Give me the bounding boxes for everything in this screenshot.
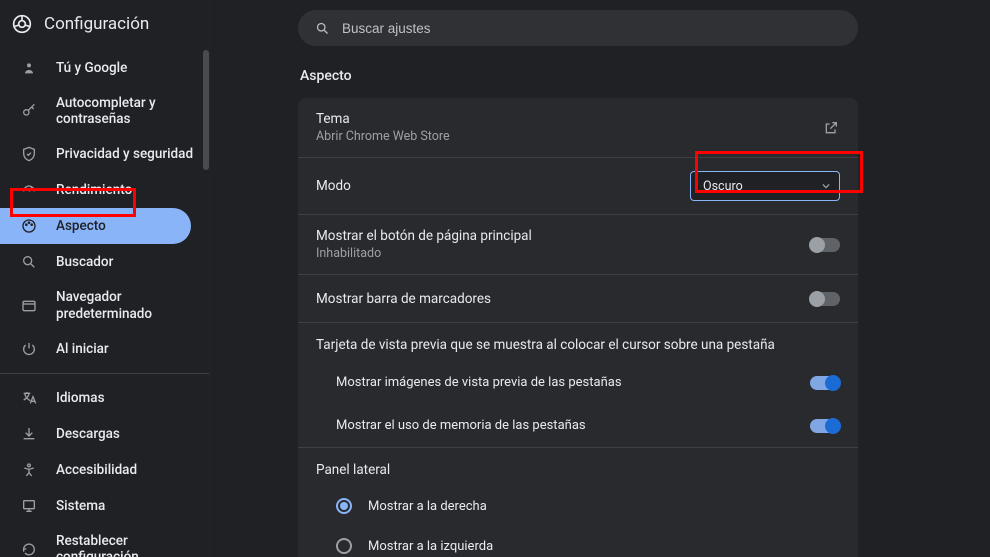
sidebar-item-label: Descargas bbox=[56, 426, 120, 442]
palette-icon bbox=[20, 217, 38, 235]
sidebar-item-you-and-google[interactable]: Tú y Google bbox=[0, 50, 209, 86]
sidebar-item-privacy[interactable]: Privacidad y seguridad bbox=[0, 136, 209, 172]
system-icon bbox=[20, 497, 38, 515]
sidebar: Configuración Tú y Google Autocompletar … bbox=[0, 0, 210, 557]
home-button-toggle[interactable] bbox=[810, 238, 840, 252]
sidebar-item-label: Autocompletar y contraseñas bbox=[56, 95, 197, 127]
search-icon bbox=[314, 20, 330, 36]
sidebar-item-downloads[interactable]: Descargas bbox=[0, 416, 209, 452]
browser-icon bbox=[20, 297, 38, 315]
sidebar-item-label: Navegador predeterminado bbox=[56, 289, 197, 321]
row-subtitle: Abrir Chrome Web Store bbox=[316, 129, 822, 144]
dropdown-value: Oscuro bbox=[703, 179, 743, 194]
preview-images-toggle[interactable] bbox=[810, 376, 840, 390]
sidebar-item-label: Restablecer configuración bbox=[56, 533, 197, 557]
sidebar-item-label: Aspecto bbox=[56, 218, 106, 234]
sidebar-item-performance[interactable]: Rendimiento bbox=[0, 172, 209, 208]
tab-preview-header: Tarjeta de vista previa que se muestra a… bbox=[298, 323, 858, 361]
memory-usage-row: Mostrar el uso de memoria de las pestaña… bbox=[336, 404, 840, 447]
key-icon bbox=[20, 102, 38, 120]
radio-label: Mostrar a la izquierda bbox=[368, 539, 493, 554]
row-title: Mostrar el uso de memoria de las pestaña… bbox=[336, 418, 586, 433]
radio-icon bbox=[336, 538, 352, 554]
section-title: Aspecto bbox=[300, 68, 962, 84]
side-panel-header: Panel lateral bbox=[298, 448, 858, 486]
preview-images-row: Mostrar imágenes de vista previa de las … bbox=[336, 361, 840, 404]
appearance-card: Tema Abrir Chrome Web Store Modo Oscuro … bbox=[298, 98, 858, 557]
sidebar-item-accessibility[interactable]: Accesibilidad bbox=[0, 452, 209, 488]
sidebar-item-appearance[interactable]: Aspecto bbox=[0, 208, 191, 244]
sidebar-item-system[interactable]: Sistema bbox=[0, 488, 209, 524]
download-icon bbox=[20, 425, 38, 443]
chrome-logo-icon bbox=[12, 14, 32, 34]
row-title: Mostrar imágenes de vista previa de las … bbox=[336, 375, 622, 390]
row-subtitle: Inhabilitado bbox=[316, 246, 810, 261]
theme-row[interactable]: Tema Abrir Chrome Web Store bbox=[298, 98, 858, 158]
row-title: Mostrar el botón de página principal bbox=[316, 228, 810, 244]
bookmarks-toggle[interactable] bbox=[810, 292, 840, 306]
power-icon bbox=[20, 340, 38, 358]
mode-dropdown[interactable]: Oscuro bbox=[690, 171, 840, 201]
shield-icon bbox=[20, 145, 38, 163]
sidebar-item-label: Buscador bbox=[56, 254, 113, 270]
home-button-row: Mostrar el botón de página principal Inh… bbox=[298, 215, 858, 275]
language-icon bbox=[20, 389, 38, 407]
sidebar-item-label: Tú y Google bbox=[56, 60, 127, 76]
main-content: Aspecto Tema Abrir Chrome Web Store Modo… bbox=[210, 0, 990, 557]
row-title: Mostrar barra de marcadores bbox=[316, 291, 810, 307]
sidebar-item-label: Rendimiento bbox=[56, 182, 132, 198]
mode-row: Modo Oscuro bbox=[298, 158, 858, 215]
speedometer-icon bbox=[20, 181, 38, 199]
sidebar-title: Configuración bbox=[44, 14, 149, 34]
row-title: Tema bbox=[316, 111, 822, 127]
sidebar-item-label: Accesibilidad bbox=[56, 462, 137, 478]
sidebar-item-autofill[interactable]: Autocompletar y contraseñas bbox=[0, 86, 209, 136]
row-title: Modo bbox=[316, 178, 690, 194]
sidebar-item-default-browser[interactable]: Navegador predeterminado bbox=[0, 280, 209, 330]
radio-label: Mostrar a la derecha bbox=[368, 499, 487, 514]
memory-usage-toggle[interactable] bbox=[810, 419, 840, 433]
bookmarks-bar-row: Mostrar barra de marcadores bbox=[298, 275, 858, 323]
sidebar-item-onstartup[interactable]: Al iniciar bbox=[0, 331, 209, 367]
sidebar-divider bbox=[0, 373, 209, 374]
side-panel-left-radio[interactable]: Mostrar a la izquierda bbox=[298, 526, 858, 557]
sidebar-item-reset[interactable]: Restablecer configuración bbox=[0, 524, 209, 557]
side-panel-right-radio[interactable]: Mostrar a la derecha bbox=[298, 486, 858, 526]
search-input[interactable] bbox=[342, 21, 842, 36]
sidebar-item-languages[interactable]: Idiomas bbox=[0, 380, 209, 416]
person-icon bbox=[20, 59, 38, 77]
reset-icon bbox=[20, 540, 38, 557]
sidebar-item-search[interactable]: Buscador bbox=[0, 244, 209, 280]
sidebar-item-label: Sistema bbox=[56, 498, 105, 514]
sidebar-item-label: Idiomas bbox=[56, 390, 105, 406]
search-bar[interactable] bbox=[298, 10, 858, 46]
open-external-icon[interactable] bbox=[822, 119, 840, 137]
sidebar-item-label: Al iniciar bbox=[56, 341, 109, 357]
sidebar-header: Configuración bbox=[0, 8, 209, 50]
accessibility-icon bbox=[20, 461, 38, 479]
search-icon bbox=[20, 253, 38, 271]
chevron-down-icon bbox=[821, 181, 831, 191]
sidebar-item-label: Privacidad y seguridad bbox=[56, 146, 193, 162]
radio-icon bbox=[336, 498, 352, 514]
